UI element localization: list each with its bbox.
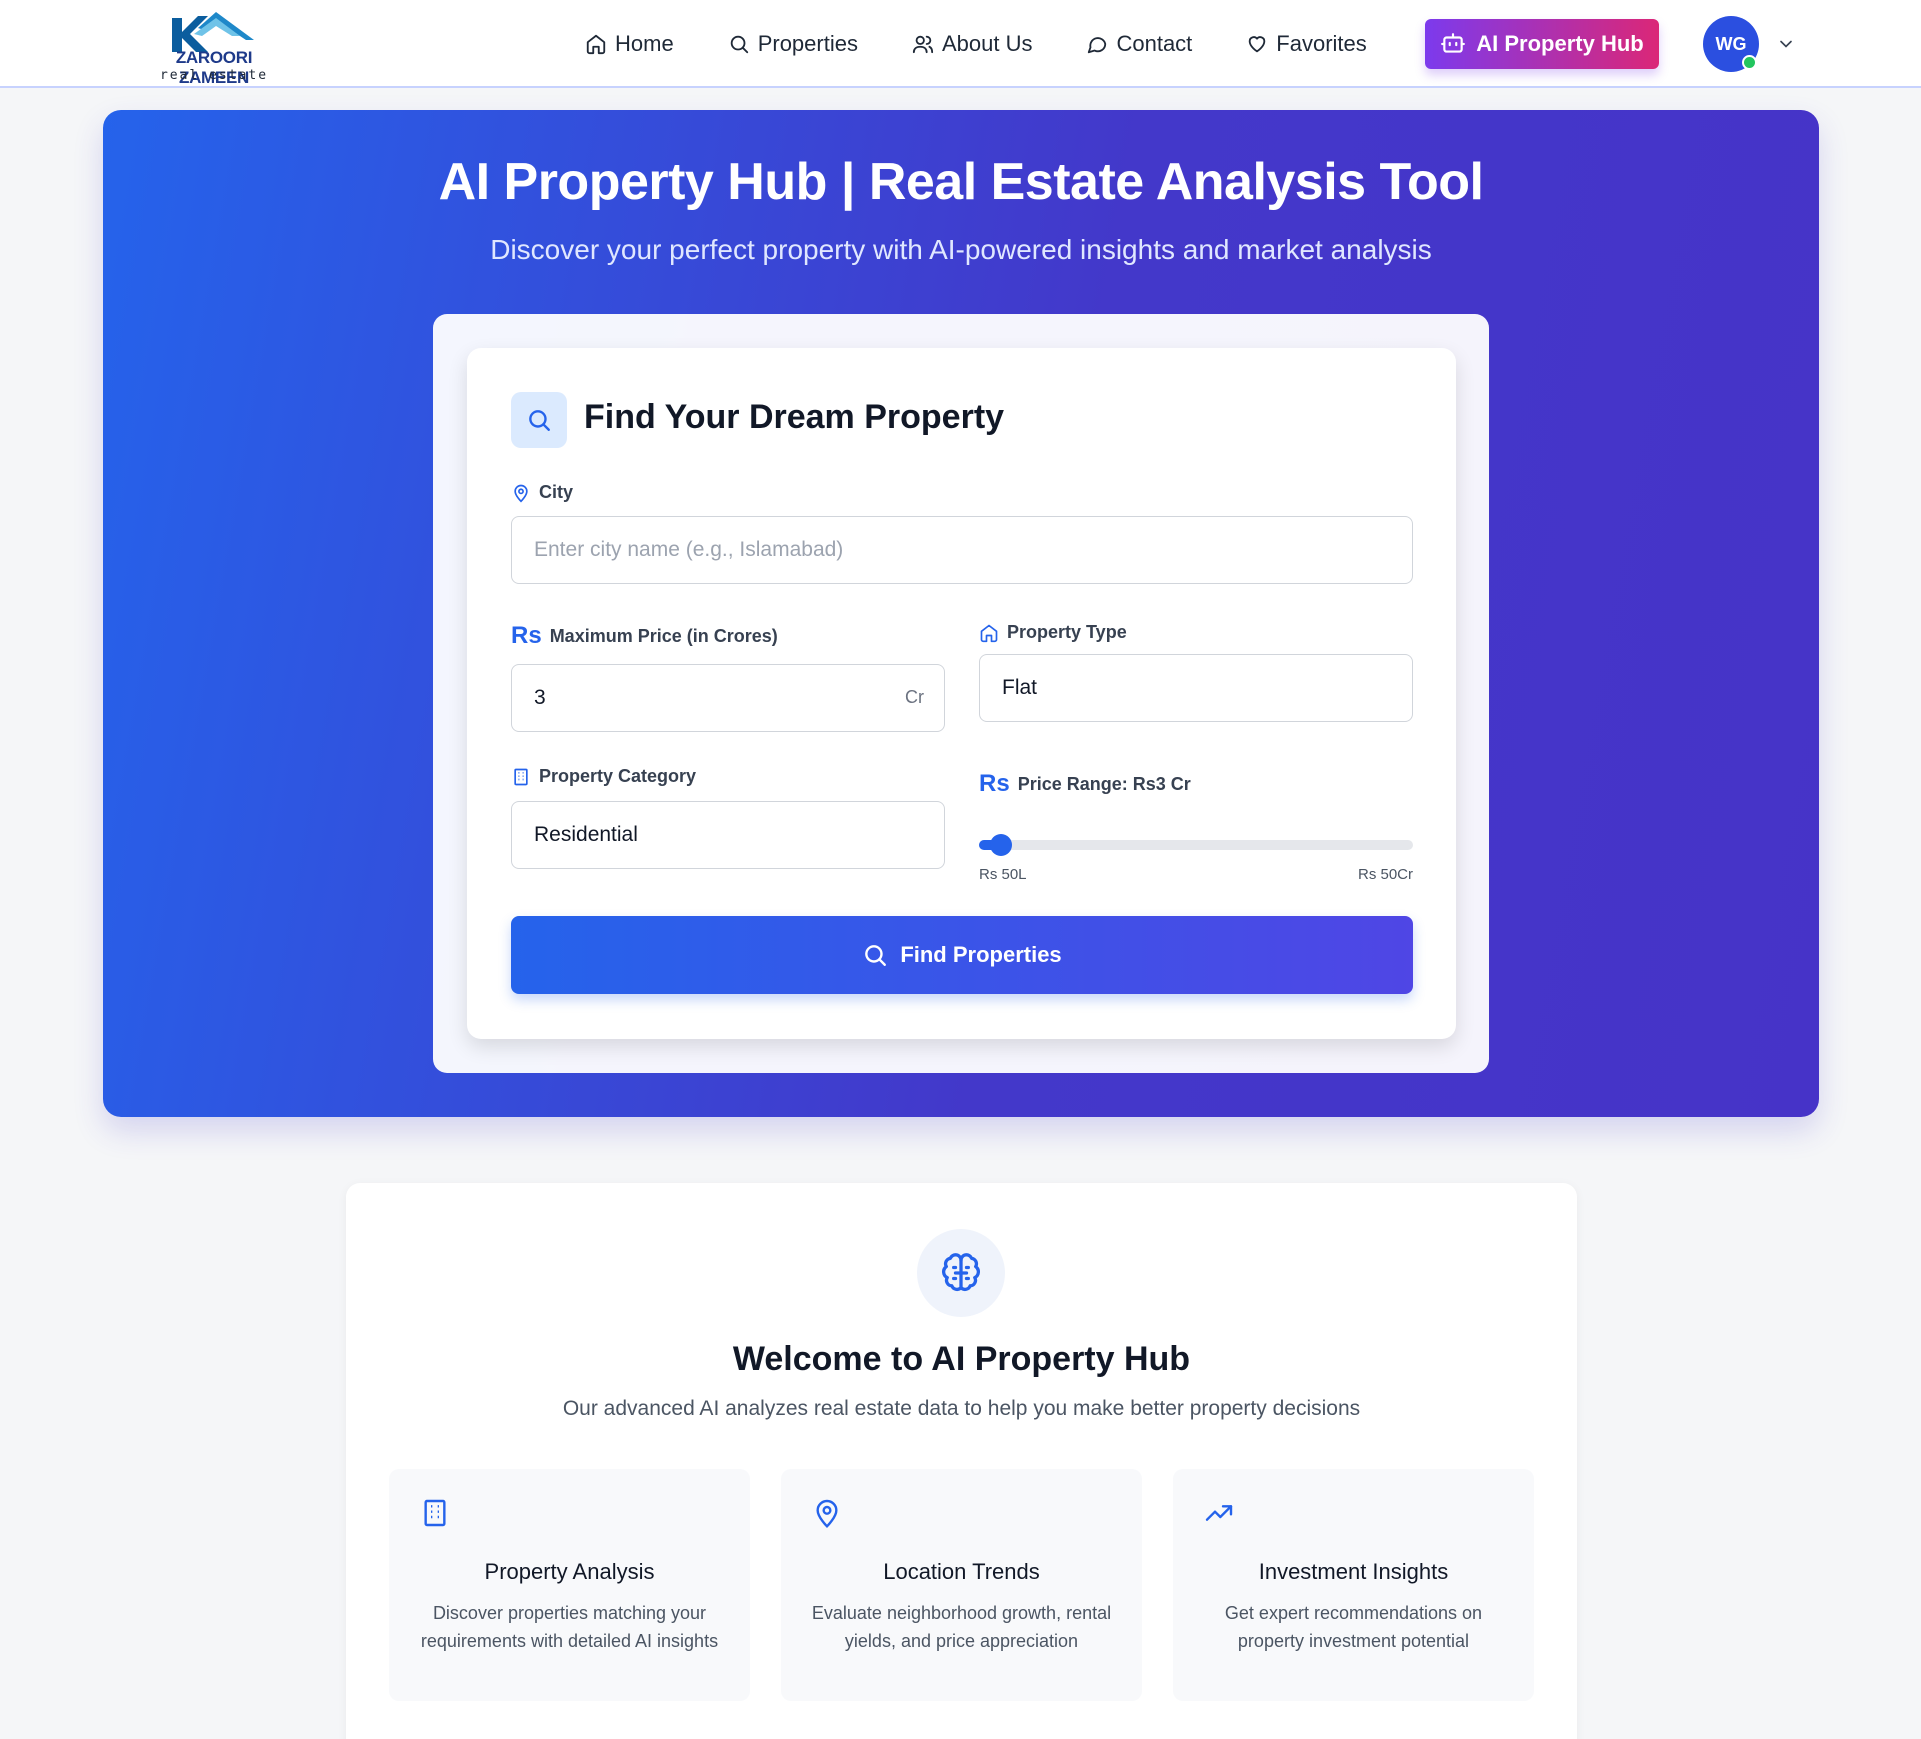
max-price-label-text: Maximum Price (in Crores)	[549, 625, 778, 646]
nav-favorites[interactable]: Favorites	[1246, 31, 1367, 57]
category-select[interactable]: Residential	[511, 801, 945, 869]
property-type-label-text: Property Type	[1007, 622, 1127, 642]
building-icon	[514, 768, 528, 785]
city-label: City	[511, 482, 573, 503]
slider-thumb[interactable]	[989, 834, 1012, 856]
home-icon	[586, 34, 606, 55]
welcome-section: Welcome to AI Property Hub Our advanced …	[346, 1183, 1577, 1739]
price-range-label: Rs Price Range: Rs3 Cr	[979, 770, 1191, 798]
hero-section: AI Property Hub | Real Estate Analysis T…	[103, 110, 1819, 1117]
nav-properties-label: Properties	[757, 31, 858, 56]
feature-title: Property Analysis	[484, 1559, 655, 1584]
nav-about-label: About Us	[941, 31, 1033, 56]
max-price-value: 3	[534, 686, 546, 709]
nav-favorites-label: Favorites	[1276, 31, 1367, 56]
heart-icon	[1249, 36, 1266, 53]
ai-property-hub-button[interactable]: AI Property Hub	[1425, 19, 1659, 69]
search-form-card: Find Your Dream Property City Enter city…	[467, 348, 1456, 1039]
home-icon	[980, 624, 998, 642]
main-nav: Home Properties About Us Contact Favorit…	[585, 0, 1421, 88]
price-range-slider[interactable]	[979, 834, 1413, 856]
online-status-dot	[1742, 55, 1757, 70]
rupee-icon: Rs	[979, 770, 1010, 797]
nav-contact[interactable]: Contact	[1086, 31, 1192, 57]
search-icon	[529, 410, 550, 431]
search-badge	[511, 392, 567, 448]
nav-contact-label: Contact	[1116, 31, 1193, 56]
map-pin-icon	[514, 484, 528, 503]
slider-min-label: Rs 50L	[979, 866, 1027, 883]
feature-description: Get expert recommendations on property i…	[1224, 1603, 1483, 1651]
max-price-label: Rs Maximum Price (in Crores)	[511, 622, 778, 650]
feature-title: Investment Insights	[1258, 1559, 1449, 1584]
ai-hub-label: AI Property Hub	[1476, 31, 1644, 56]
rupee-icon: Rs	[511, 622, 542, 649]
feature-description: Evaluate neighborhood growth, rental yie…	[811, 1603, 1112, 1651]
feature-description: Discover properties matching your requir…	[420, 1603, 719, 1651]
category-label: Property Category	[511, 766, 696, 787]
price-range-label-text: Price Range: Rs3 Cr	[1017, 773, 1191, 794]
max-price-input[interactable]: 3 Cr	[511, 664, 945, 732]
property-type-select[interactable]: Flat	[979, 654, 1413, 722]
brain-badge	[917, 1229, 1005, 1317]
map-pin-icon	[816, 1499, 838, 1529]
hero-subtitle: Discover your perfect property with AI-p…	[490, 234, 1432, 265]
feature-card-investment-insights: Investment Insights Get expert recommend…	[1173, 1469, 1534, 1701]
chevron-down-icon[interactable]	[1776, 34, 1796, 54]
feature-title: Location Trends	[883, 1559, 1040, 1584]
find-properties-button[interactable]: Find Properties	[511, 916, 1413, 994]
bot-icon	[1441, 33, 1466, 53]
search-card-wrapper: Find Your Dream Property City Enter city…	[433, 314, 1489, 1073]
property-type-label: Property Type	[979, 622, 1127, 643]
trending-up-icon	[1205, 1505, 1233, 1521]
welcome-title: Welcome to AI Property Hub	[732, 1340, 1191, 1378]
city-label-text: City	[539, 482, 574, 502]
house-logo-icon	[172, 12, 254, 52]
brain-icon	[942, 1253, 980, 1292]
search-icon	[865, 945, 887, 966]
city-input[interactable]: Enter city name (e.g., Islamabad)	[511, 516, 1413, 584]
nav-home-label: Home	[615, 31, 674, 56]
feature-card-location-trends: Location Trends Evaluate neighborhood gr…	[781, 1469, 1142, 1701]
brand-tagline: real estate	[159, 68, 269, 83]
max-price-unit: Cr	[905, 687, 924, 707]
nav-home[interactable]: Home	[585, 31, 674, 57]
welcome-subtitle: Our advanced AI analyzes real estate dat…	[562, 1397, 1361, 1420]
hero-title: AI Property Hub | Real Estate Analysis T…	[438, 153, 1484, 211]
search-form-title: Find Your Dream Property	[584, 398, 1005, 436]
chat-icon	[1088, 37, 1107, 54]
brand-logo[interactable]: ZAROORI ZAMEEN real estate	[140, 8, 288, 87]
find-properties-label: Find Properties	[900, 942, 1062, 967]
nav-about-us[interactable]: About Us	[912, 31, 1033, 57]
building-icon	[424, 1499, 446, 1527]
nav-properties[interactable]: Properties	[728, 31, 858, 57]
top-navbar: ZAROORI ZAMEEN real estate Home Properti…	[0, 0, 1921, 88]
slider-max-label: Rs 50Cr	[1357, 866, 1413, 883]
search-icon	[730, 35, 748, 54]
users-icon	[912, 35, 934, 54]
category-label-text: Property Category	[539, 766, 697, 786]
feature-card-property-analysis: Property Analysis Discover properties ma…	[389, 1469, 750, 1701]
